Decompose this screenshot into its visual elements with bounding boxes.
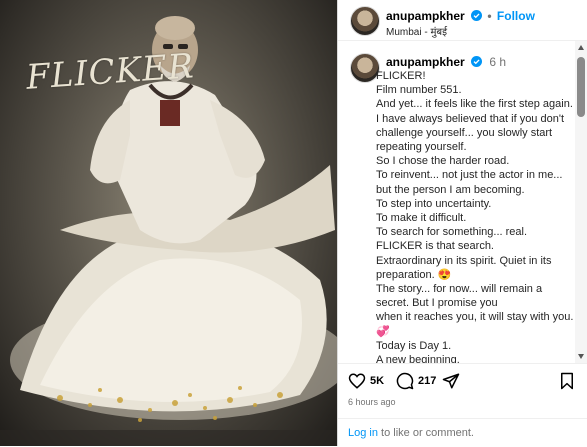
caption-line: To search for something... real. (376, 226, 528, 239)
caption-text: FLICKER! Film number 551. And yet... it … (376, 69, 576, 363)
post-header: anupampkher • Follow Mumbai - मुंबई (338, 0, 587, 41)
caption-area[interactable]: anupampkher 6 h FLICKER! Film number 551… (338, 41, 587, 363)
follow-button[interactable]: Follow (497, 9, 535, 23)
caption-scrollbar[interactable] (575, 41, 587, 363)
verified-badge-icon (471, 56, 483, 67)
caption-line: Film number 551. (376, 84, 462, 97)
instagram-post-view: FLICKER anupampkher • Follow Mumbai - मु… (0, 0, 587, 446)
post-timestamp[interactable]: 6 hours ago (348, 397, 396, 407)
heart-icon (348, 373, 366, 389)
scroll-down-arrow-icon[interactable] (578, 354, 584, 359)
avatar[interactable] (350, 6, 380, 36)
post-time[interactable]: 6 h (489, 55, 506, 69)
post-image[interactable]: FLICKER (0, 0, 337, 446)
header-username[interactable]: anupampkher (386, 9, 465, 23)
login-text: Log in to like or comment. (348, 427, 474, 439)
caption-line: Today is Day 1. (376, 339, 452, 352)
comment-icon (396, 372, 414, 390)
caption-line: The story... for now... will remain a se… (376, 283, 543, 310)
location-link[interactable]: Mumbai - मुंबई (386, 24, 447, 38)
verified-badge-icon (471, 10, 483, 21)
caption-line: To step into uncertainty. (376, 197, 492, 210)
caption-line: To make it difficult. (376, 212, 467, 225)
scroll-up-arrow-icon[interactable] (578, 45, 584, 50)
share-button[interactable] (442, 372, 460, 390)
comment-button[interactable]: 217 (396, 372, 436, 390)
scroll-thumb[interactable] (577, 57, 585, 117)
caption-username[interactable]: anupampkher (386, 55, 465, 69)
bookmark-icon (561, 372, 573, 390)
caption-line: when it reaches you, it will stay with y… (376, 311, 574, 338)
caption-line: Extraordinary in its spirit. Quiet in it… (376, 254, 552, 281)
caption-line: A new beginning. (376, 354, 460, 363)
separator-dot: • (487, 9, 492, 23)
login-rest-text: to like or comment. (377, 427, 474, 439)
caption-line: To reinvent... not just the actor in me.… (376, 169, 563, 196)
save-button[interactable] (559, 372, 575, 390)
login-link[interactable]: Log in (348, 427, 378, 439)
like-button[interactable]: 5K (348, 372, 384, 390)
caption-line: So I chose the harder road. (376, 155, 510, 168)
caption-header: anupampkher 6 h (386, 55, 506, 69)
like-count: 5K (370, 375, 385, 387)
share-icon (442, 373, 460, 389)
comment-count: 217 (418, 375, 437, 387)
post-side-panel: anupampkher • Follow Mumbai - मुंबई anup… (338, 0, 587, 446)
caption-line: FLICKER is that search. (376, 240, 494, 253)
caption-line: And yet... it feels like the first step … (376, 98, 573, 111)
action-bar: 5K 217 (338, 363, 587, 398)
caption-line: FLICKER! (376, 70, 426, 82)
caption-line: I have always believed that if you don't… (376, 112, 564, 154)
header-username-row: anupampkher • Follow (386, 9, 535, 23)
login-prompt: Log in to like or comment. (338, 418, 587, 447)
